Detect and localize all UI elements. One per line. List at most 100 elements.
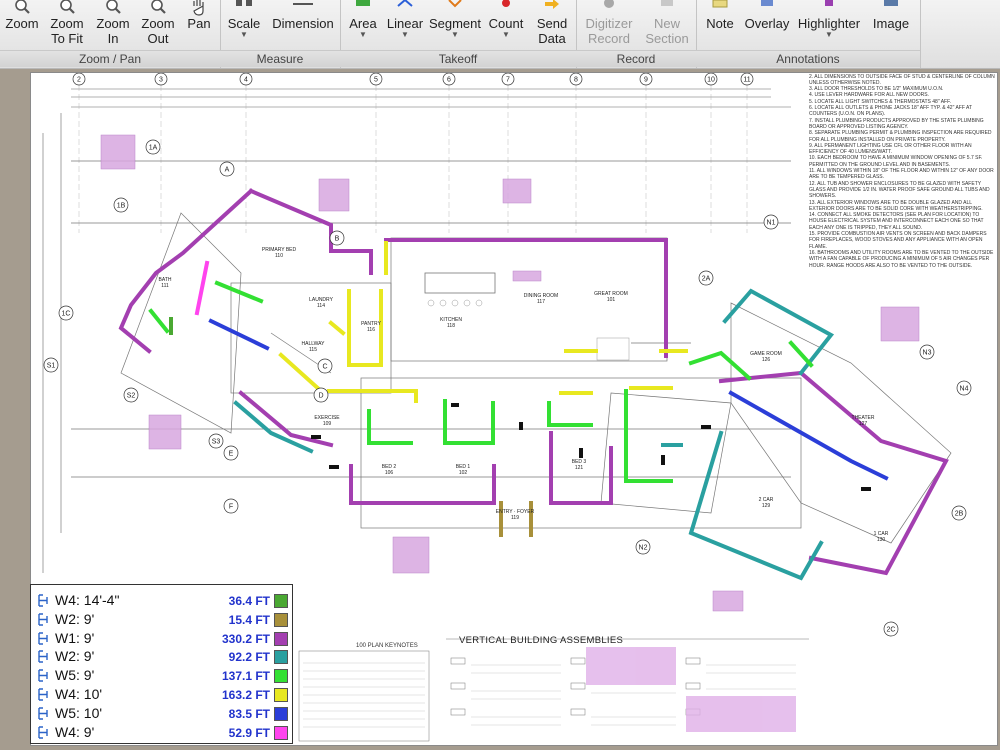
scale-button[interactable]: Scale ▼: [222, 0, 266, 50]
overlay-a201b[interactable]: [712, 590, 744, 612]
room-label: GAME ROOM126: [750, 351, 782, 363]
svg-text:A: A: [225, 167, 230, 174]
wall-w4-bath-partition[interactable]: [194, 260, 210, 316]
wall-w1-garage[interactable]: [718, 370, 949, 576]
legend-row[interactable]: W4: 14'-4" 36.4 FT: [31, 591, 292, 610]
general-note-item: 12. ALL TUB AND SHOWER ENCLOSURES TO BE …: [809, 180, 990, 200]
send-data-button[interactable]: Send Data: [530, 0, 574, 50]
svg-text:N3: N3: [923, 350, 932, 357]
linear-button[interactable]: Linear ▼: [384, 0, 426, 50]
zoom-to-fit-button[interactable]: Zoom To Fit: [44, 0, 90, 50]
legend-color-swatch[interactable]: [274, 669, 288, 684]
legend-condition-name: W4: 14'-4": [55, 592, 120, 608]
column-grid-bubble: 10: [704, 73, 718, 86]
legend-row[interactable]: W5: 9' 137.1 FT: [31, 666, 292, 685]
svg-text:102: 102: [459, 470, 468, 476]
overlay-a202[interactable]: [318, 178, 350, 212]
digitizer-record-button[interactable]: Digitizer Record: [578, 0, 640, 50]
wall-w2-exercise[interactable]: [233, 400, 314, 454]
legend-row[interactable]: W5: 10' 83.5 FT: [31, 704, 292, 723]
wall-w2-garage[interactable]: [661, 430, 824, 581]
takeoff-group-label: Takeoff: [340, 50, 576, 67]
legend-quantity: 163.2 FT: [221, 688, 270, 702]
linear-measure-icon: [37, 613, 49, 626]
vertical-building-assemblies-title: VERTICAL BUILDING ASSEMBLIES: [459, 635, 624, 646]
grid-reference-bubble: D: [313, 387, 329, 403]
wall-w4-laundry[interactable]: [278, 320, 346, 394]
svg-text:1B: 1B: [117, 203, 126, 210]
legend-color-swatch[interactable]: [274, 650, 288, 665]
svg-text:1A: 1A: [149, 145, 158, 152]
legend-color-swatch[interactable]: [274, 706, 288, 721]
legend-color-swatch[interactable]: [274, 631, 288, 646]
note-button[interactable]: Note: [700, 0, 740, 50]
annotations-group-label: Annotations: [696, 50, 920, 67]
highlighter-button[interactable]: Highlighter ▼: [794, 0, 864, 50]
overlay-dining[interactable]: [512, 270, 542, 282]
room-label: 2 CAR129: [759, 497, 774, 509]
legend-row[interactable]: W1: 9' 330.2 FT: [31, 629, 292, 648]
grid-reference-bubble: 1A: [145, 139, 161, 155]
zoom-out-icon: [136, 0, 180, 16]
wall-w5-primary-closet[interactable]: [208, 318, 270, 351]
legend-color-swatch[interactable]: [274, 725, 288, 740]
segment-dropdown-caret-icon: ▼: [451, 30, 459, 39]
legend-row[interactable]: W4: 10' 163.2 FT: [31, 685, 292, 704]
segment-button[interactable]: Segment ▼: [426, 0, 484, 50]
svg-text:111: 111: [161, 283, 169, 289]
svg-text:2B: 2B: [955, 511, 964, 518]
dimension-button[interactable]: Dimension: [268, 0, 338, 50]
area-button[interactable]: Area ▼: [342, 0, 384, 50]
overlay-button[interactable]: Overlay: [740, 0, 794, 50]
wall-w4-pantry[interactable]: [347, 241, 388, 367]
wall-w1-bed-wing[interactable]: [349, 464, 496, 505]
wall-w5-primary-bed[interactable]: [214, 280, 264, 304]
overlay-a201[interactable]: [392, 536, 430, 574]
wall-w1-primary-bath[interactable]: [118, 188, 254, 354]
legend-color-swatch[interactable]: [274, 594, 288, 608]
grid-reference-bubble: 2C: [883, 621, 899, 637]
wall-w5-garage-divider[interactable]: [728, 390, 889, 481]
svg-text:2: 2: [77, 77, 81, 84]
legend-condition-name: W1: 9': [55, 629, 95, 646]
room-label: GREAT ROOM101: [594, 291, 628, 303]
note-icon: [700, 0, 740, 16]
wall-w5-baths[interactable]: [367, 399, 495, 445]
wall-w2-game-room[interactable]: [722, 288, 835, 376]
legend-row[interactable]: W2: 9' 92.2 FT: [31, 647, 292, 666]
linear-icon: [384, 0, 426, 16]
zoom-button[interactable]: Zoom: [0, 0, 44, 50]
room-label: BED 2106: [382, 464, 397, 476]
area-icon: [342, 0, 384, 16]
grid-reference-bubble: 2B: [951, 505, 967, 521]
new-section-button[interactable]: New Section: [640, 0, 694, 50]
wall-w5-bath[interactable]: [148, 308, 170, 334]
overlay-a203b[interactable]: [502, 178, 532, 204]
zoom-out-button[interactable]: Zoom Out: [136, 0, 180, 50]
legend-row[interactable]: W2: 9' 15.4 FT: [31, 610, 292, 629]
legend-condition-name: W4: 9': [55, 723, 95, 740]
legend-quantity: 137.1 FT: [221, 669, 270, 684]
wall-w4-corridor[interactable]: [559, 386, 673, 395]
svg-text:118: 118: [447, 323, 455, 329]
overlay-a203[interactable]: [100, 134, 136, 170]
legend-color-swatch[interactable]: [274, 688, 288, 702]
svg-text:101: 101: [607, 297, 616, 303]
linear-dropdown-caret-icon: ▼: [401, 30, 409, 39]
general-note-item: 13. ALL EXTERIOR WINDOWS ARE TO BE DOUBL…: [809, 199, 983, 212]
image-button[interactable]: Image: [866, 0, 916, 50]
count-button[interactable]: Count ▼: [484, 0, 528, 50]
zoom-in-button[interactable]: Zoom In: [90, 0, 136, 50]
grid-reference-bubble: S1: [43, 357, 59, 373]
room-label: LAUNDRY114: [309, 297, 333, 309]
wall-w4-hallway[interactable]: [327, 389, 418, 403]
legend-row[interactable]: W4: 9' 52.9 FT: [31, 723, 292, 742]
grid-reference-bubble: S2: [123, 387, 139, 403]
legend-color-swatch[interactable]: [274, 612, 288, 627]
svg-text:5: 5: [374, 77, 378, 84]
overlay-a202b[interactable]: [880, 306, 920, 342]
grid-reference-bubble: S3: [208, 433, 224, 449]
pan-button[interactable]: Pan: [180, 0, 218, 50]
wall-w1-primary-bed[interactable]: [248, 188, 373, 275]
overlay-a202c[interactable]: [148, 414, 182, 450]
